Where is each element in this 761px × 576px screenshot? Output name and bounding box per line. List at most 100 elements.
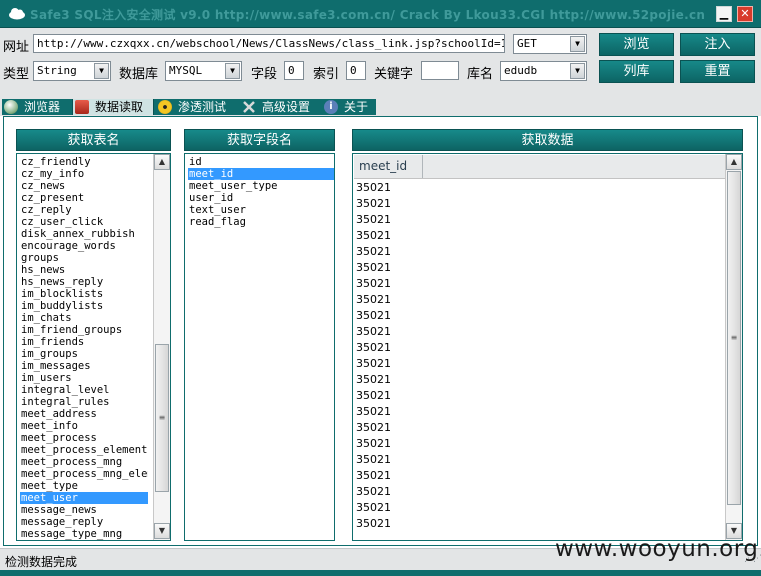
field-list-item[interactable]: user_id xyxy=(188,192,334,204)
minimize-button[interactable]: ▁ xyxy=(716,6,732,22)
chevron-down-icon[interactable]: ▼ xyxy=(94,63,109,79)
table-list-item[interactable]: groups xyxy=(20,252,148,264)
data-grid[interactable]: meet_id 35021 35021 35021 35021 35021 35021 35… xyxy=(352,153,743,541)
table-row[interactable]: 35021 xyxy=(356,292,676,308)
table-row[interactable]: 35021 xyxy=(356,420,676,436)
table-list-item[interactable]: meet_address xyxy=(20,408,148,420)
keyword-input[interactable] xyxy=(421,61,459,80)
table-list-item[interactable]: im_chats xyxy=(20,312,148,324)
globe-icon xyxy=(4,100,18,114)
table-list-item[interactable]: im_blocklists xyxy=(20,288,148,300)
browse-button[interactable]: 浏览 xyxy=(599,33,674,56)
field-list-item[interactable]: read_flag xyxy=(188,216,334,228)
status-text: 检测数据完成 xyxy=(5,555,78,569)
table-row[interactable]: 35021 xyxy=(356,372,676,388)
table-list-item[interactable]: message_news xyxy=(20,504,148,516)
chevron-down-icon[interactable]: ▼ xyxy=(570,36,585,52)
table-row[interactable]: 35021 xyxy=(356,468,676,484)
table-list-item[interactable]: meet_process_mng xyxy=(20,456,148,468)
table-row[interactable]: 35021 xyxy=(356,452,676,468)
url-input[interactable]: http://www.czxqxx.cn/webschool/News/Clas… xyxy=(33,34,505,53)
inject-button[interactable]: 注入 xyxy=(680,33,755,56)
cloud-icon xyxy=(9,8,25,20)
index-input[interactable]: 0 xyxy=(346,61,366,80)
table-row[interactable]: 35021 xyxy=(356,484,676,500)
table-list-item[interactable]: meet_process_mng_element xyxy=(20,468,148,480)
table-list-item[interactable]: meet_process_element xyxy=(20,444,148,456)
scroll-thumb[interactable]: ≡ xyxy=(155,344,169,492)
table-row[interactable]: 35021 xyxy=(356,212,676,228)
table-list-item[interactable]: disk_annex_rubbish xyxy=(20,228,148,240)
grid-header: meet_id xyxy=(354,155,739,179)
table-list-item[interactable]: message_type_mng xyxy=(20,528,148,540)
table-row[interactable]: 35021 xyxy=(356,260,676,276)
table-list-item[interactable]: meet_user xyxy=(20,492,148,504)
table-list-item[interactable]: cz_news xyxy=(20,180,148,192)
chevron-down-icon[interactable]: ▼ xyxy=(570,63,585,79)
table-list-item[interactable]: hs_news xyxy=(20,264,148,276)
data-scrollbar[interactable]: ▲ ≡ ▼ xyxy=(725,154,742,540)
reset-button[interactable]: 重置 xyxy=(680,60,755,83)
data-panel-title: 获取数据 xyxy=(352,129,743,151)
table-row[interactable]: 35021 xyxy=(356,244,676,260)
tab-advanced[interactable]: 高级设置 xyxy=(240,99,322,115)
chevron-down-icon[interactable]: ▼ xyxy=(225,63,240,79)
field-list-item[interactable]: meet_user_type xyxy=(188,180,334,192)
table-list-item[interactable]: cz_my_info xyxy=(20,168,148,180)
table-row[interactable]: 35021 xyxy=(356,180,676,196)
table-row[interactable]: 35021 xyxy=(356,324,676,340)
tab-about[interactable]: i 关于 xyxy=(322,99,376,115)
table-row[interactable]: 35021 xyxy=(356,228,676,244)
table-list-item[interactable]: cz_present xyxy=(20,192,148,204)
table-list-item[interactable]: im_buddylists xyxy=(20,300,148,312)
table-row[interactable]: 35021 xyxy=(356,436,676,452)
scroll-up-icon[interactable]: ▲ xyxy=(154,154,170,170)
table-list-item[interactable]: hs_news_reply xyxy=(20,276,148,288)
table-list-item[interactable]: encourage_words xyxy=(20,240,148,252)
close-button[interactable]: ✕ xyxy=(737,6,753,22)
table-row[interactable]: 35021 xyxy=(356,500,676,516)
tables-listbox[interactable]: cz_friendly cz_my_info cz_news cz_present cz… xyxy=(16,153,171,541)
table-row[interactable]: 35021 xyxy=(356,516,676,532)
table-row[interactable]: 35021 xyxy=(356,356,676,372)
table-list-item[interactable]: cz_reply xyxy=(20,204,148,216)
list-db-button[interactable]: 列库 xyxy=(599,60,674,83)
table-list-item[interactable]: cz_friendly xyxy=(20,156,148,168)
table-list-item[interactable]: im_friends xyxy=(20,336,148,348)
method-select[interactable]: GET ▼ xyxy=(513,34,587,54)
table-list-item[interactable]: cz_user_click xyxy=(20,216,148,228)
index-label: 索引 xyxy=(313,67,340,82)
table-row[interactable]: 35021 xyxy=(356,340,676,356)
column-header[interactable]: meet_id xyxy=(354,155,423,178)
field-list-item[interactable]: id xyxy=(188,156,334,168)
table-row[interactable]: 35021 xyxy=(356,404,676,420)
field-list-item[interactable]: text_user xyxy=(188,204,334,216)
table-list-item[interactable]: integral_rules xyxy=(20,396,148,408)
table-list-item[interactable]: im_messages xyxy=(20,360,148,372)
table-row[interactable]: 35021 xyxy=(356,308,676,324)
tab-browser[interactable]: 浏览器 xyxy=(2,99,72,115)
table-list-item[interactable]: im_friend_groups xyxy=(20,324,148,336)
table-list-item[interactable]: meet_info xyxy=(20,420,148,432)
scroll-down-icon[interactable]: ▼ xyxy=(154,523,170,539)
table-list-item[interactable]: integral_level xyxy=(20,384,148,396)
tab-data-read[interactable]: 数据读取 xyxy=(72,99,154,115)
field-list-item[interactable]: meet_id xyxy=(188,168,334,180)
table-list-item[interactable]: message_reply xyxy=(20,516,148,528)
table-row[interactable]: 35021 xyxy=(356,196,676,212)
scroll-up-icon[interactable]: ▲ xyxy=(726,154,742,170)
db-select[interactable]: MYSQL ▼ xyxy=(165,61,242,81)
scroll-thumb[interactable]: ≡ xyxy=(727,171,741,505)
table-row[interactable]: 35021 xyxy=(356,276,676,292)
table-list-item[interactable]: im_users xyxy=(20,372,148,384)
type-select[interactable]: String ▼ xyxy=(33,61,111,81)
fields-listbox[interactable]: id meet_id meet_user_type user_id text_user r… xyxy=(184,153,335,541)
tab-pentest[interactable]: 渗透测试 xyxy=(156,99,240,115)
table-list-item[interactable]: im_groups xyxy=(20,348,148,360)
table-list-item[interactable]: meet_process xyxy=(20,432,148,444)
dbname-select[interactable]: edudb ▼ xyxy=(500,61,587,81)
field-count-input[interactable]: 0 xyxy=(284,61,304,80)
table-list-item[interactable]: meet_type xyxy=(20,480,148,492)
table-row[interactable]: 35021 xyxy=(356,388,676,404)
tables-scrollbar[interactable]: ▲ ≡ ▼ xyxy=(153,154,170,540)
